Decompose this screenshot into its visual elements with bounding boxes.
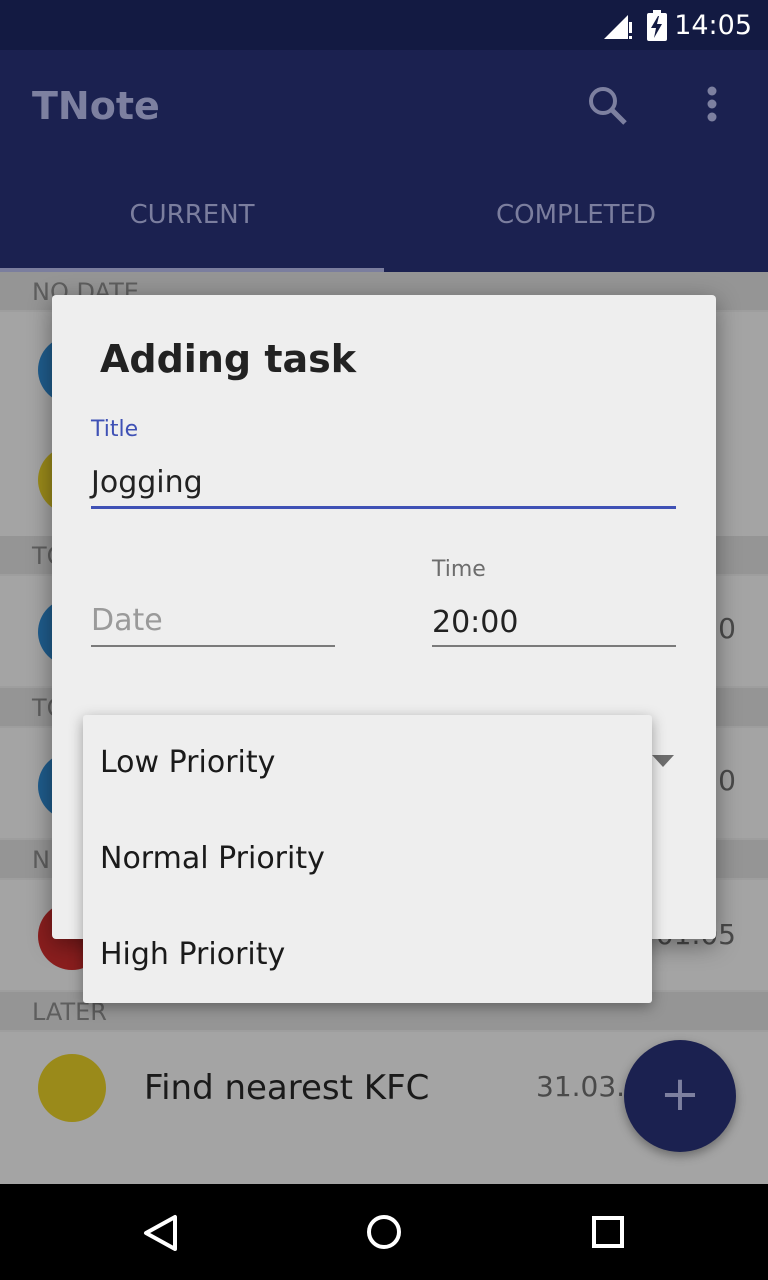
title-underline bbox=[91, 506, 676, 509]
app-bar: TNote CURRENT COMPLETED bbox=[0, 50, 768, 272]
recents-icon[interactable] bbox=[591, 1215, 625, 1249]
date-underline bbox=[91, 645, 335, 647]
list-item-date: 0 bbox=[718, 764, 736, 797]
list-item-date: 0 bbox=[718, 612, 736, 645]
add-task-fab[interactable]: + bbox=[624, 1040, 736, 1152]
time-field[interactable]: 20:00 bbox=[432, 605, 518, 640]
search-icon[interactable] bbox=[586, 84, 630, 128]
battery-charging-icon bbox=[647, 10, 667, 41]
priority-option-low[interactable]: Low Priority bbox=[83, 715, 652, 811]
priority-option-high[interactable]: High Priority bbox=[83, 907, 652, 1003]
status-bar: 14:05 bbox=[0, 0, 768, 50]
tab-completed[interactable]: COMPLETED bbox=[384, 200, 768, 230]
app-title: TNote bbox=[32, 84, 160, 128]
back-icon[interactable] bbox=[142, 1214, 178, 1252]
time-field-label: Time bbox=[432, 557, 486, 582]
navigation-bar bbox=[0, 1184, 768, 1280]
dropdown-arrow-icon[interactable] bbox=[652, 755, 674, 767]
add-icon: + bbox=[659, 1066, 701, 1122]
home-icon[interactable] bbox=[366, 1214, 402, 1250]
priority-dot bbox=[38, 1054, 106, 1122]
list-item-title: Find nearest KFC bbox=[144, 1068, 430, 1108]
clock: 14:05 bbox=[674, 10, 752, 41]
signal-icon bbox=[604, 15, 632, 39]
title-field-label: Title bbox=[91, 417, 139, 442]
title-field[interactable]: Jogging bbox=[91, 465, 203, 500]
priority-option-normal[interactable]: Normal Priority bbox=[83, 811, 652, 907]
more-vert-icon[interactable] bbox=[700, 86, 724, 126]
tab-current[interactable]: CURRENT bbox=[0, 200, 384, 230]
dialog-title: Adding task bbox=[100, 337, 357, 381]
time-underline bbox=[432, 645, 676, 647]
date-field[interactable]: Date bbox=[91, 603, 163, 638]
priority-dropdown-menu: Low Priority Normal Priority High Priori… bbox=[83, 715, 652, 1003]
